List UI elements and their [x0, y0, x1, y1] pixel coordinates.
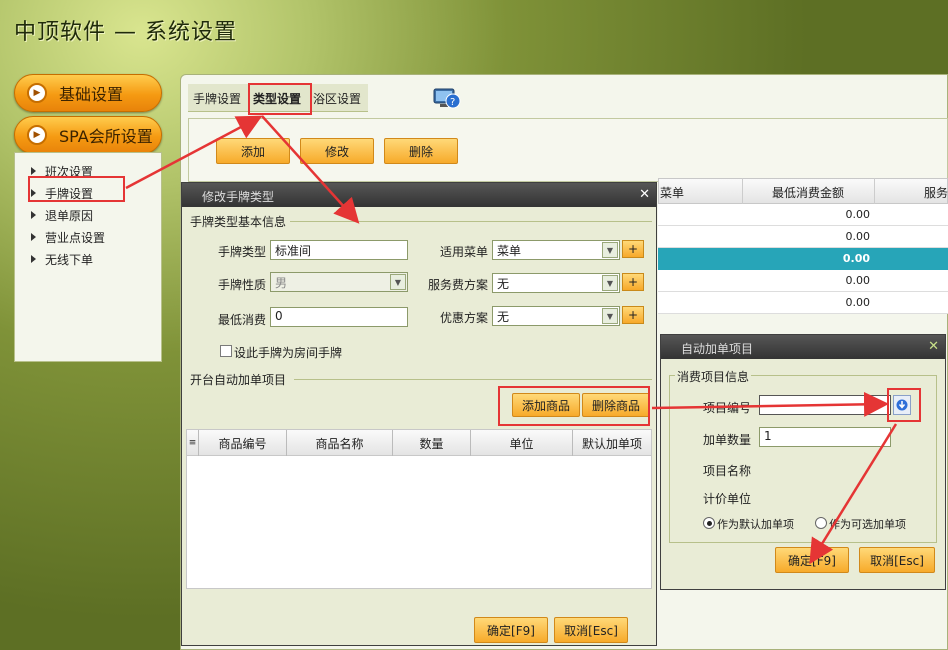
annotation-arrow [125, 115, 263, 190]
annotation-arrow [651, 391, 889, 417]
annotation-arrows [125, 115, 898, 565]
annotation-arrow [809, 423, 898, 565]
annotation-arrow [261, 115, 360, 224]
